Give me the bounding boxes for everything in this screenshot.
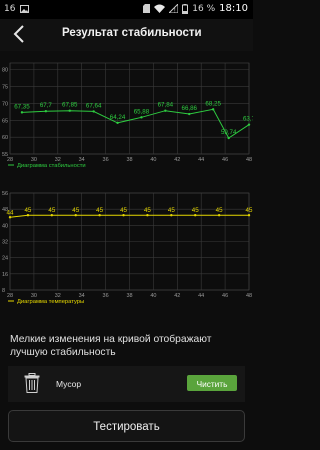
x-tick-label: 40 xyxy=(150,293,156,299)
data-point xyxy=(50,214,54,217)
x-tick-label: 38 xyxy=(126,157,132,163)
data-label: 45 xyxy=(144,207,151,214)
stability-chart: 28 30 32 34 36 38 40 42 44 46 4855606570758067,35 6… xyxy=(2,62,253,169)
data-point xyxy=(92,110,95,113)
trash-row: Мусор Чистить xyxy=(8,366,245,402)
data-label: 45 xyxy=(48,207,55,214)
x-tick-label: 36 xyxy=(103,293,109,299)
y-tick-label: 80 xyxy=(2,68,8,74)
data-point xyxy=(211,108,215,111)
x-tick-label: 48 xyxy=(246,293,252,299)
y-tick-label: 24 xyxy=(2,256,8,262)
status-time: 18:10 xyxy=(219,3,248,14)
data-label: 59,74 xyxy=(221,129,237,136)
x-tick-label: 40 xyxy=(150,157,156,163)
stability-note: Мелкие изменения на кривой отображают лу… xyxy=(10,334,212,358)
y-tick-label: 8 xyxy=(2,288,5,294)
data-point xyxy=(74,214,77,217)
data-label: 45 xyxy=(192,207,199,214)
y-tick-label: 32 xyxy=(2,240,8,246)
x-tick-label: 42 xyxy=(174,157,180,163)
x-tick-label: 28 xyxy=(7,293,13,299)
data-point xyxy=(247,214,251,217)
data-point xyxy=(98,214,101,217)
y-tick-label: 65 xyxy=(2,118,8,124)
no-sim-icon: ! xyxy=(169,4,179,14)
x-tick-label: 38 xyxy=(126,293,132,299)
legend-label: Диаграмма температуры xyxy=(17,299,84,305)
x-tick-label: 36 xyxy=(103,157,109,163)
x-tick-label: 42 xyxy=(174,293,180,299)
data-point xyxy=(188,112,191,116)
data-label: 45 xyxy=(168,207,175,214)
data-point xyxy=(116,121,119,125)
battery-icon xyxy=(182,3,189,14)
data-label: 65,88 xyxy=(134,108,150,115)
data-label: 67,35 xyxy=(14,103,30,110)
y-tick-label: 16 xyxy=(2,272,8,278)
data-point xyxy=(8,216,12,219)
svg-text:!: ! xyxy=(174,9,176,14)
status-bar: 16 ! 16 % 18:10 xyxy=(0,0,253,19)
app-bar: Результат стабильности xyxy=(0,19,253,51)
page-title: Результат стабильности xyxy=(62,27,202,39)
x-tick-label: 48 xyxy=(246,157,252,163)
data-point xyxy=(68,109,71,112)
data-label: 45 xyxy=(216,207,223,214)
data-point xyxy=(217,214,221,217)
data-label: 67,7 xyxy=(40,102,53,109)
data-point xyxy=(20,111,24,114)
data-point xyxy=(44,109,48,113)
data-label: 63,7 xyxy=(243,116,253,123)
y-tick-label: 55 xyxy=(2,152,8,158)
battery-percent: 16 % xyxy=(192,3,216,14)
trash-icon xyxy=(24,373,40,393)
data-label: 67,64 xyxy=(86,102,102,109)
data-label: 45 xyxy=(96,207,103,214)
wifi-icon xyxy=(154,4,166,13)
status-left-label: 16 xyxy=(4,4,16,14)
y-tick-label: 75 xyxy=(2,85,8,91)
y-tick-label: 56 xyxy=(2,191,8,197)
back-arrow-icon[interactable] xyxy=(8,22,30,46)
x-tick-label: 46 xyxy=(222,293,228,299)
data-point xyxy=(164,109,167,112)
data-point xyxy=(247,123,251,126)
data-point xyxy=(146,214,149,217)
data-point xyxy=(140,116,143,119)
image-icon xyxy=(20,5,30,13)
x-tick-label: 44 xyxy=(198,157,204,163)
legend-label: Диаграмма стабильности xyxy=(17,163,86,169)
data-label: 67,84 xyxy=(158,102,174,109)
data-label: 68,25 xyxy=(205,100,221,107)
x-tick-label: 44 xyxy=(198,293,204,299)
clean-button[interactable]: Чистить xyxy=(187,375,237,391)
data-point xyxy=(227,136,230,140)
data-label: 45 xyxy=(24,207,31,214)
data-label: 67,85 xyxy=(62,102,78,109)
trash-label: Мусор xyxy=(56,379,82,389)
sd-card-icon xyxy=(143,4,151,13)
data-point xyxy=(122,214,125,217)
x-tick-label: 46 xyxy=(222,157,228,163)
back-arrow-icon-shape xyxy=(13,25,24,43)
data-label: 45 xyxy=(120,207,127,214)
data-point xyxy=(194,214,197,217)
data-point xyxy=(26,214,30,217)
y-tick-label: 70 xyxy=(2,101,8,107)
y-tick-label: 60 xyxy=(2,135,8,141)
data-label: 66,86 xyxy=(182,105,198,112)
data-point xyxy=(170,214,173,217)
data-label: 44 xyxy=(7,209,14,216)
y-tick-label: 40 xyxy=(2,223,8,229)
data-label: 45 xyxy=(72,207,79,214)
temperature-chart: 28 30 32 34 36 38 40 42 44 46 48816243240485644 45 4… xyxy=(2,191,253,305)
data-label: 45 xyxy=(246,207,253,214)
test-button[interactable]: Тестировать xyxy=(8,410,245,442)
data-label: 64,24 xyxy=(110,114,126,121)
